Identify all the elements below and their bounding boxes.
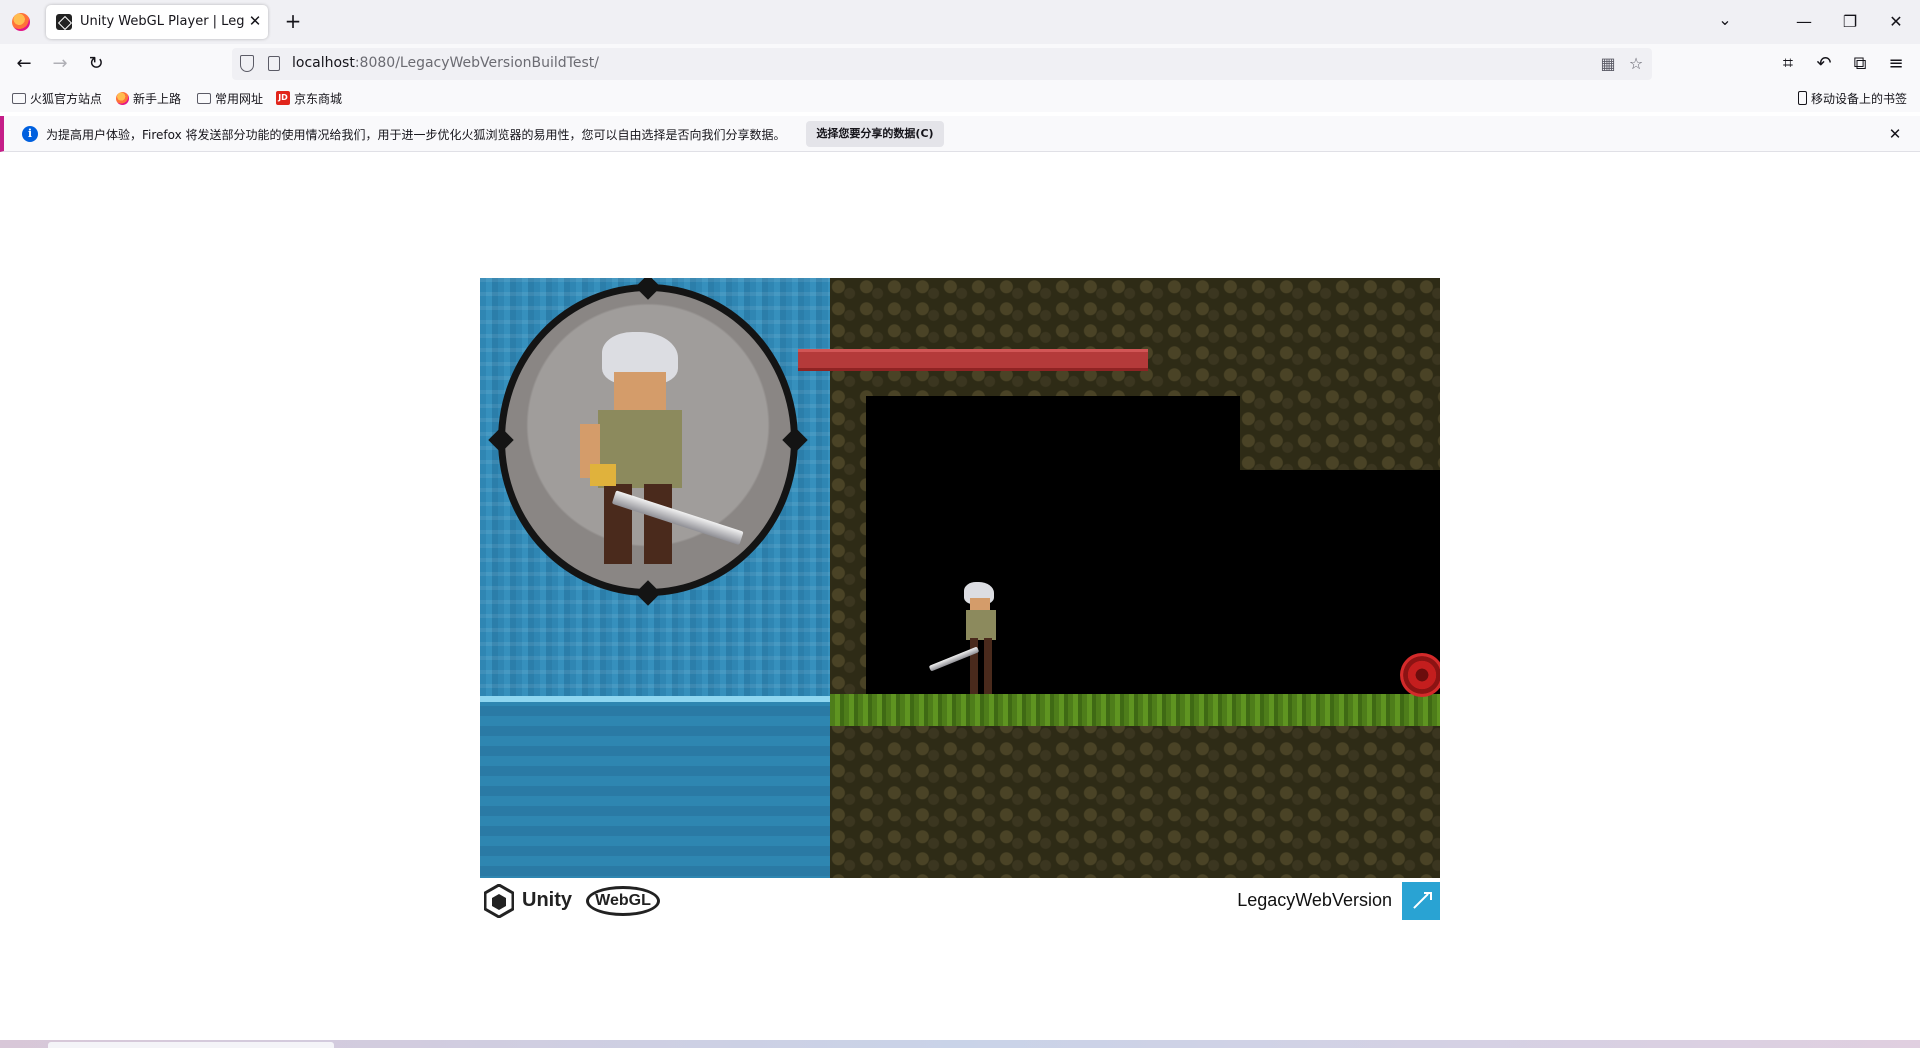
mobile-bookmarks-label: 移动设备上的书签	[1811, 91, 1908, 106]
reload-icon[interactable]: ↻	[82, 50, 110, 78]
minimize-button[interactable]: —	[1786, 8, 1822, 36]
hero-sword-hilt	[590, 464, 616, 486]
info-icon: i	[22, 126, 38, 142]
forward-icon[interactable]: →	[46, 50, 74, 78]
cave-ceiling	[830, 278, 1440, 396]
grass-ledge	[830, 694, 1440, 726]
bookmark-label: 京东商城	[294, 91, 343, 106]
bookmark-label: 新手上路	[133, 91, 182, 106]
data-collection-notification: i 为提高用户体验，Firefox 将发送部分功能的使用情况给我们，用于进一步优…	[0, 116, 1920, 152]
unity-canvas[interactable]	[480, 278, 1440, 878]
water-surface	[480, 696, 865, 702]
taskbar-search[interactable]	[48, 1042, 334, 1048]
bookmark-common-sites[interactable]: 常用网址	[197, 89, 263, 107]
qr-code-icon[interactable]: ▦	[1598, 54, 1618, 74]
health-bar	[798, 349, 1148, 371]
unity-footer: Unity WebGL LegacyWebVersion	[480, 880, 1440, 924]
player-shirt	[966, 610, 996, 640]
page-icon[interactable]	[268, 56, 280, 71]
tab-strip: Unity WebGL Player | LegacyWebVersion ✕ …	[0, 0, 1920, 44]
hero-face	[614, 372, 666, 412]
tab-close-icon[interactable]: ✕	[246, 11, 264, 31]
menu-icon[interactable]: ≡	[1882, 50, 1910, 78]
jd-icon: JD	[276, 91, 290, 105]
firefox-icon[interactable]	[12, 13, 30, 31]
unity-label: Unity	[522, 889, 572, 911]
taskbar	[0, 1040, 1920, 1048]
folder-icon	[12, 92, 26, 104]
folder-icon	[197, 92, 211, 104]
unity-tab-icon	[56, 14, 72, 30]
choose-data-button[interactable]: 选择您要分享的数据(C)	[806, 121, 944, 147]
notification-text: 为提高用户体验，Firefox 将发送部分功能的使用情况给我们，用于进一步优化火…	[46, 128, 786, 142]
url-path: :8080/LegacyWebVersionBuildTest/	[354, 55, 599, 71]
url-bar[interactable]: localhost:8080/LegacyWebVersionBuildTest…	[232, 48, 1652, 80]
navigation-toolbar: ← → ↻ localhost:8080/LegacyWebVersionBui…	[0, 44, 1920, 84]
player-leg-right	[984, 638, 992, 694]
build-title: LegacyWebVersion	[1237, 890, 1392, 910]
extensions-icon[interactable]: ⧉	[1846, 50, 1874, 78]
hero-leg-right	[644, 484, 672, 564]
cave-overhang	[1240, 388, 1440, 470]
screenshot-icon[interactable]: ⌗	[1774, 50, 1802, 78]
cave-floor	[830, 718, 1440, 878]
bookmark-jd[interactable]: JD 京东商城	[276, 89, 342, 107]
shield-icon[interactable]	[240, 55, 254, 72]
new-tab-button[interactable]: +	[280, 9, 306, 35]
tab-unity-webgl[interactable]: Unity WebGL Player | LegacyWebVersion ✕	[46, 5, 268, 39]
url-host: localhost	[292, 55, 355, 71]
cave-wall	[830, 388, 866, 698]
red-snail-enemy	[1400, 653, 1440, 697]
star-icon[interactable]: ☆	[1626, 54, 1646, 74]
bookmark-getting-started[interactable]: 新手上路	[116, 89, 181, 107]
notification-close-icon[interactable]: ✕	[1884, 123, 1906, 145]
close-window-button[interactable]: ✕	[1878, 8, 1914, 36]
fullscreen-icon[interactable]	[1402, 882, 1440, 920]
back-icon[interactable]: ←	[10, 50, 38, 78]
tab-title: Unity WebGL Player | LegacyWebVersion	[80, 14, 245, 29]
water-pool	[480, 696, 865, 878]
bookmark-firefox-site[interactable]: 火狐官方站点	[12, 89, 102, 107]
phone-icon	[1798, 91, 1807, 105]
bookmark-label: 火狐官方站点	[30, 91, 103, 106]
url-text[interactable]: localhost:8080/LegacyWebVersionBuildTest…	[292, 55, 599, 71]
list-tabs-chevron-icon[interactable]: ⌄	[1713, 10, 1737, 34]
mobile-bookmarks[interactable]: 移动设备上的书签	[1798, 89, 1907, 107]
health-bar-fill	[798, 349, 1148, 371]
character-portrait	[488, 278, 808, 606]
undo-icon[interactable]: ↶	[1810, 50, 1838, 78]
firefox-icon	[116, 91, 129, 105]
bookmarks-toolbar: 火狐官方站点 新手上路 常用网址 JD 京东商城 移动设备上的书签	[0, 84, 1920, 112]
webgl-logo: WebGL	[586, 886, 660, 916]
restore-button[interactable]: ❐	[1832, 8, 1868, 36]
bookmark-label: 常用网址	[215, 91, 264, 106]
unity-logo-icon	[484, 884, 514, 918]
